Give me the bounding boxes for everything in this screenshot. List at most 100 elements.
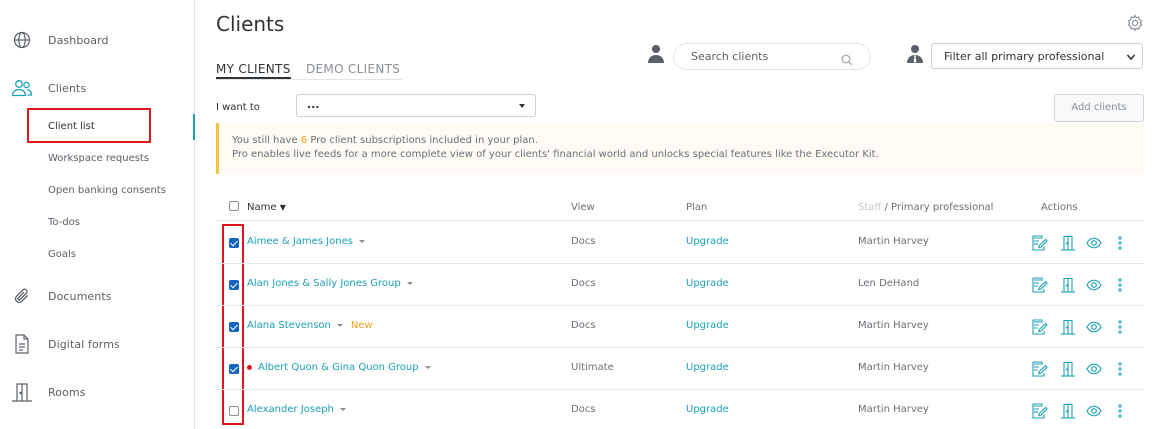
sidebar-item-label: Documents	[48, 289, 112, 303]
client-name: Alan Jones & Sally Jones Group	[247, 278, 401, 289]
table-row: Alexander Joseph Docs Upgrade Martin Harvey	[216, 390, 1144, 429]
caret-down-icon[interactable]	[339, 407, 346, 411]
add-clients-button[interactable]: Add clients	[1054, 94, 1144, 122]
primary-professional-cell: Len DeHand	[858, 278, 920, 289]
primary-professional-filter[interactable]: Filter all primary professional	[931, 43, 1143, 69]
banner-line-2: Pro enables live feeds for a more comple…	[232, 149, 879, 160]
caret-down-icon[interactable]	[336, 323, 343, 327]
tab-divider	[216, 79, 402, 80]
staff-label: Staff	[858, 202, 882, 213]
room-icon[interactable]	[1060, 277, 1076, 293]
eye-icon[interactable]	[1086, 361, 1102, 377]
column-header-name[interactable]: Name ▼	[247, 202, 286, 213]
upgrade-link[interactable]: Upgrade	[686, 320, 729, 331]
edit-icon[interactable]	[1032, 319, 1048, 335]
i-want-to-select[interactable]: ...	[296, 94, 536, 117]
more-vertical-icon[interactable]	[1112, 361, 1128, 377]
row-checkbox[interactable]	[229, 406, 239, 416]
paperclip-icon	[11, 285, 33, 307]
sidebar-item-rooms[interactable]: Rooms	[0, 380, 195, 404]
more-vertical-icon[interactable]	[1112, 319, 1128, 335]
table-header: Name ▼ View Plan Staff / Primary profess…	[216, 195, 1144, 221]
caret-down-icon[interactable]	[424, 365, 431, 369]
eye-icon[interactable]	[1086, 235, 1102, 251]
room-icon[interactable]	[1060, 235, 1076, 251]
edit-icon[interactable]	[1032, 361, 1048, 377]
row-actions	[1032, 403, 1132, 419]
sidebar-subitem-client-list[interactable]: Client list	[0, 114, 195, 140]
view-cell: Docs	[571, 404, 596, 415]
client-name: Alana Stevenson	[247, 320, 331, 331]
tab-my-clients[interactable]: MY CLIENTS	[216, 62, 291, 79]
column-header-plan: Plan	[686, 202, 708, 213]
sidebar-item-label: Dashboard	[48, 33, 109, 47]
table-row: Albert Quon & Gina Quon Group Ultimate Upg…	[216, 348, 1144, 390]
sidebar-subitem-open-banking-consents[interactable]: Open banking consents	[0, 178, 195, 204]
gear-icon[interactable]	[1126, 14, 1144, 32]
upgrade-link[interactable]: Upgrade	[686, 404, 729, 415]
eye-icon[interactable]	[1086, 319, 1102, 335]
sidebar-subitem-label: Client list	[48, 121, 95, 132]
sidebar-item-dashboard[interactable]: Dashboard	[0, 28, 195, 52]
pro-subscription-banner: You still have 6 Pro client subscription…	[216, 123, 1144, 174]
tab-demo-clients[interactable]: DEMO CLIENTS	[306, 62, 400, 76]
sidebar-item-digital-forms[interactable]: Digital forms	[0, 332, 195, 356]
caret-down-icon[interactable]	[406, 281, 413, 285]
client-name-link[interactable]: Alexander Joseph	[247, 404, 346, 415]
room-icon[interactable]	[1060, 403, 1076, 419]
more-vertical-icon[interactable]	[1112, 277, 1128, 293]
room-icon[interactable]	[1060, 319, 1076, 335]
client-name-link[interactable]: Aimee & James Jones	[247, 236, 365, 247]
row-checkbox[interactable]	[229, 322, 239, 332]
banner-text: Pro client subscriptions included in you…	[307, 135, 538, 146]
sidebar-subitem-goals[interactable]: Goals	[0, 242, 195, 268]
client-name-link[interactable]: Alan Jones & Sally Jones Group	[247, 278, 413, 289]
room-icon[interactable]	[1060, 361, 1076, 377]
edit-icon[interactable]	[1032, 403, 1048, 419]
table-row: Aimee & James Jones Docs Upgrade Martin Har…	[216, 222, 1144, 264]
column-header-name-label: Name	[247, 202, 277, 213]
upgrade-link[interactable]: Upgrade	[686, 362, 729, 373]
i-want-to-label: I want to	[216, 102, 260, 113]
caret-down-icon[interactable]	[358, 239, 365, 243]
sidebar-subitem-todos[interactable]: To-dos	[0, 210, 195, 236]
sidebar-subitem-workspace-requests[interactable]: Workspace requests	[0, 146, 195, 172]
sidebar-item-documents[interactable]: Documents	[0, 284, 195, 308]
upgrade-link[interactable]: Upgrade	[686, 236, 729, 247]
view-cell: Docs	[571, 236, 596, 247]
page-title: Clients	[216, 12, 285, 36]
row-checkbox[interactable]	[229, 238, 239, 248]
eye-icon[interactable]	[1086, 277, 1102, 293]
sidebar-item-label: Digital forms	[48, 337, 120, 351]
new-badge: New	[350, 320, 373, 331]
search-box	[673, 43, 871, 70]
primary-professional-cell: Martin Harvey	[858, 404, 929, 415]
row-actions	[1032, 277, 1132, 293]
banner-text: You still have	[232, 135, 301, 146]
select-all-checkbox[interactable]	[229, 201, 239, 211]
edit-icon[interactable]	[1032, 277, 1048, 293]
person-tie-icon	[906, 44, 924, 64]
person-icon	[647, 44, 665, 64]
column-header-actions: Actions	[1041, 202, 1078, 213]
edit-icon[interactable]	[1032, 235, 1048, 251]
primary-professional-cell: Martin Harvey	[858, 362, 929, 373]
primary-professional-cell: Martin Harvey	[858, 236, 929, 247]
client-name-link[interactable]: Alana Stevenson New	[247, 320, 373, 331]
client-name: Aimee & James Jones	[247, 236, 353, 247]
eye-icon[interactable]	[1086, 403, 1102, 419]
search-icon[interactable]	[841, 51, 853, 66]
sidebar-item-clients[interactable]: Clients	[0, 76, 195, 100]
primary-professional-label: / Primary professional	[881, 202, 994, 213]
search-input[interactable]	[691, 50, 841, 63]
row-checkbox[interactable]	[229, 280, 239, 290]
row-checkbox[interactable]	[229, 364, 239, 374]
more-vertical-icon[interactable]	[1112, 235, 1128, 251]
view-cell: Docs	[571, 278, 596, 289]
primary-professional-cell: Martin Harvey	[858, 320, 929, 331]
more-vertical-icon[interactable]	[1112, 403, 1128, 419]
sidebar-subitem-label: Workspace requests	[48, 153, 150, 164]
document-icon	[11, 333, 33, 355]
client-name-link[interactable]: Albert Quon & Gina Quon Group	[247, 362, 431, 373]
upgrade-link[interactable]: Upgrade	[686, 278, 729, 289]
